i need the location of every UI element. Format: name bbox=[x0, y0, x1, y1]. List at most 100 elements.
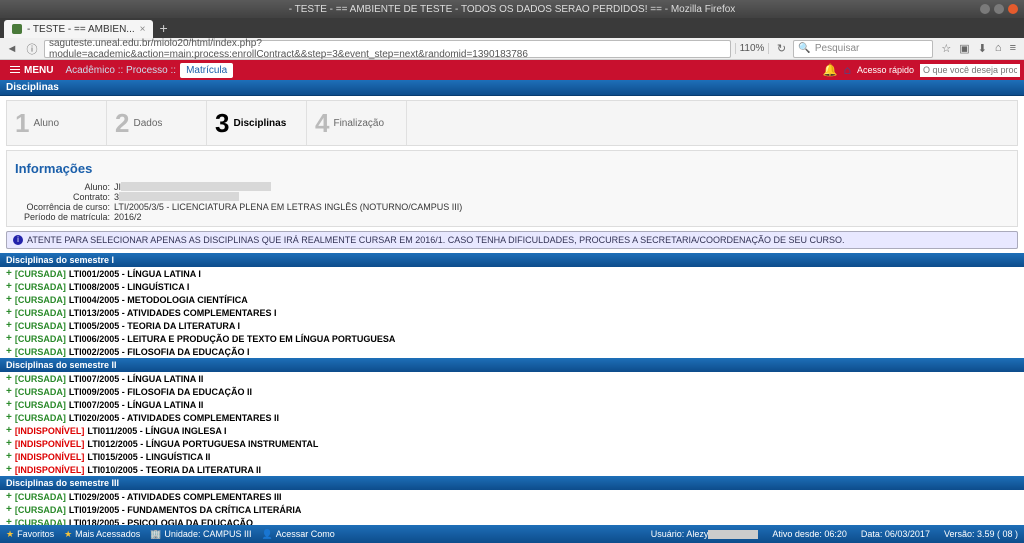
step-3[interactable]: 3Disciplinas bbox=[207, 101, 307, 145]
user-icon: 👤 bbox=[261, 529, 272, 540]
crumb-active: Matrícula bbox=[180, 63, 233, 78]
expand-icon[interactable]: + bbox=[6, 451, 12, 462]
semester-header: Disciplinas do semestre I bbox=[0, 253, 1024, 267]
app-search-input[interactable] bbox=[920, 64, 1020, 77]
discipline-code: LTI029/2005 - ATIVIDADES COMPLEMENTARES … bbox=[69, 492, 282, 502]
expand-icon[interactable]: + bbox=[6, 386, 12, 397]
expand-icon[interactable]: + bbox=[6, 294, 12, 305]
expand-icon[interactable]: + bbox=[6, 333, 12, 344]
status-tag: [CURSADA] bbox=[15, 334, 66, 344]
discipline-row[interactable]: +[INDISPONÍVEL] LTI012/2005 - LÍNGUA POR… bbox=[0, 437, 1024, 450]
discipline-code: LTI012/2005 - LÍNGUA PORTUGUESA INSTRUME… bbox=[87, 439, 318, 449]
menu-button[interactable]: MENU bbox=[4, 65, 59, 76]
step-4[interactable]: 4Finalização bbox=[307, 101, 407, 145]
toolbar-icons: ☆ ▣ ⬇ ⌂ ≡ bbox=[937, 42, 1020, 55]
expand-icon[interactable]: + bbox=[6, 504, 12, 515]
discipline-row[interactable]: +[CURSADA] LTI013/2005 - ATIVIDADES COMP… bbox=[0, 306, 1024, 319]
semester-header: Disciplinas do semestre II bbox=[0, 358, 1024, 372]
discipline-row[interactable]: +[CURSADA] LTI008/2005 - LINGUÍSTICA I bbox=[0, 280, 1024, 293]
discipline-code: LTI002/2005 - FILOSOFIA DA EDUCAÇÃO I bbox=[69, 347, 250, 357]
status-tag: [CURSADA] bbox=[15, 308, 66, 318]
hamburger-icon[interactable]: ≡ bbox=[1010, 42, 1016, 55]
expand-icon[interactable]: + bbox=[6, 268, 12, 279]
info-icon[interactable]: ⓘ bbox=[24, 41, 40, 57]
discipline-code: LTI004/2005 - METODOLOGIA CIENTÍFICA bbox=[69, 295, 248, 305]
expand-icon[interactable]: + bbox=[6, 438, 12, 449]
expand-icon[interactable]: + bbox=[6, 399, 12, 410]
expand-icon[interactable]: + bbox=[6, 320, 12, 331]
discipline-row[interactable]: +[CURSADA] LTI007/2005 - LÍNGUA LATINA I… bbox=[0, 398, 1024, 411]
back-icon[interactable]: ◄ bbox=[4, 41, 20, 57]
close-window-button[interactable] bbox=[1008, 4, 1018, 14]
info-title: Informações bbox=[15, 161, 1009, 176]
discipline-row[interactable]: +[CURSADA] LTI020/2005 - ATIVIDADES COMP… bbox=[0, 411, 1024, 424]
sb-favoritos[interactable]: ★Favoritos bbox=[6, 529, 54, 540]
discipline-row[interactable]: +[CURSADA] LTI009/2005 - FILOSOFIA DA ED… bbox=[0, 385, 1024, 398]
window-controls bbox=[980, 4, 1018, 14]
discipline-row[interactable]: +[CURSADA] LTI002/2005 - FILOSOFIA DA ED… bbox=[0, 345, 1024, 358]
browser-search[interactable]: 🔍 Pesquisar bbox=[793, 40, 933, 58]
expand-icon[interactable]: + bbox=[6, 464, 12, 475]
pocket-icon[interactable]: ▣ bbox=[959, 42, 969, 55]
expand-icon[interactable]: + bbox=[6, 346, 12, 357]
status-tag: [CURSADA] bbox=[15, 492, 66, 502]
sb-unidade[interactable]: 🏢Unidade: CAMPUS III bbox=[150, 529, 251, 540]
sb-mais[interactable]: ★Mais Acessados bbox=[64, 529, 140, 540]
redacted bbox=[119, 192, 239, 201]
os-titlebar: - TESTE - == AMBIENTE DE TESTE - TODOS O… bbox=[0, 0, 1024, 18]
step-1[interactable]: 1Aluno bbox=[7, 101, 107, 145]
expand-icon[interactable]: + bbox=[6, 491, 12, 502]
downloads-icon[interactable]: ⬇ bbox=[978, 42, 987, 55]
discipline-code: LTI013/2005 - ATIVIDADES COMPLEMENTARES … bbox=[69, 308, 277, 318]
star-icon: ★ bbox=[6, 529, 14, 540]
discipline-row[interactable]: +[INDISPONÍVEL] LTI015/2005 - LINGUÍSTIC… bbox=[0, 450, 1024, 463]
discipline-row[interactable]: +[CURSADA] LTI019/2005 - FUNDAMENTOS DA … bbox=[0, 503, 1024, 516]
star-icon: ★ bbox=[64, 529, 72, 540]
status-tag: [CURSADA] bbox=[15, 387, 66, 397]
reload-icon[interactable]: ↻ bbox=[773, 41, 789, 57]
discipline-code: LTI019/2005 - FUNDAMENTOS DA CRÍTICA LIT… bbox=[69, 505, 302, 515]
status-tag: [CURSADA] bbox=[15, 400, 66, 410]
discipline-row[interactable]: +[CURSADA] LTI004/2005 - METODOLOGIA CIE… bbox=[0, 293, 1024, 306]
info-icon: i bbox=[13, 235, 23, 245]
minimize-button[interactable] bbox=[980, 4, 990, 14]
bookmark-icon[interactable]: ☆ bbox=[941, 42, 951, 55]
discipline-row[interactable]: +[INDISPONÍVEL] LTI011/2005 - LÍNGUA ING… bbox=[0, 424, 1024, 437]
semester-header: Disciplinas do semestre III bbox=[0, 476, 1024, 490]
expand-icon[interactable]: + bbox=[6, 412, 12, 423]
new-tab-button[interactable]: + bbox=[153, 20, 173, 36]
status-tag: [INDISPONÍVEL] bbox=[15, 426, 85, 436]
expand-icon[interactable]: + bbox=[6, 307, 12, 318]
discipline-row[interactable]: +[CURSADA] LTI001/2005 - LÍNGUA LATINA I bbox=[0, 267, 1024, 280]
expand-icon[interactable]: + bbox=[6, 373, 12, 384]
sb-acessar[interactable]: 👤Acessar Como bbox=[261, 529, 334, 540]
redacted bbox=[121, 182, 271, 191]
tab-label: - TESTE - == AMBIEN... bbox=[27, 24, 135, 35]
home-icon[interactable]: ⌂ bbox=[844, 63, 851, 77]
quick-access-label: Acesso rápido bbox=[857, 65, 914, 75]
bell-icon[interactable]: 🔔 bbox=[823, 63, 838, 77]
browser-tab[interactable]: - TESTE - == AMBIEN... × bbox=[4, 20, 153, 38]
home-icon[interactable]: ⌂ bbox=[995, 42, 1002, 55]
zoom-level[interactable]: 110% bbox=[735, 43, 770, 54]
discipline-row[interactable]: +[CURSADA] LTI029/2005 - ATIVIDADES COMP… bbox=[0, 490, 1024, 503]
status-tag: [CURSADA] bbox=[15, 505, 66, 515]
discipline-row[interactable]: +[CURSADA] LTI005/2005 - TEORIA DA LITER… bbox=[0, 319, 1024, 332]
maximize-button[interactable] bbox=[994, 4, 1004, 14]
url-bar[interactable]: saguteste.uneal.edu.br/miolo20/html/inde… bbox=[44, 40, 731, 58]
step-2[interactable]: 2Dados bbox=[107, 101, 207, 145]
expand-icon[interactable]: + bbox=[6, 425, 12, 436]
crumb-academico[interactable]: Acadêmico bbox=[65, 65, 114, 76]
discipline-code: LTI008/2005 - LINGUÍSTICA I bbox=[69, 282, 190, 292]
close-tab-icon[interactable]: × bbox=[140, 24, 146, 35]
crumb-processo[interactable]: Processo bbox=[126, 65, 168, 76]
discipline-row[interactable]: +[CURSADA] LTI006/2005 - LEITURA E PRODU… bbox=[0, 332, 1024, 345]
search-placeholder: Pesquisar bbox=[815, 43, 859, 54]
search-icon: 🔍 bbox=[798, 43, 810, 54]
status-tag: [CURSADA] bbox=[15, 347, 66, 357]
discipline-row[interactable]: +[CURSADA] LTI007/2005 - LÍNGUA LATINA I… bbox=[0, 372, 1024, 385]
expand-icon[interactable]: + bbox=[6, 281, 12, 292]
sb-data: Data: 06/03/2017 bbox=[861, 529, 930, 539]
favicon-icon bbox=[12, 24, 22, 34]
discipline-row[interactable]: +[INDISPONÍVEL] LTI010/2005 - TEORIA DA … bbox=[0, 463, 1024, 476]
